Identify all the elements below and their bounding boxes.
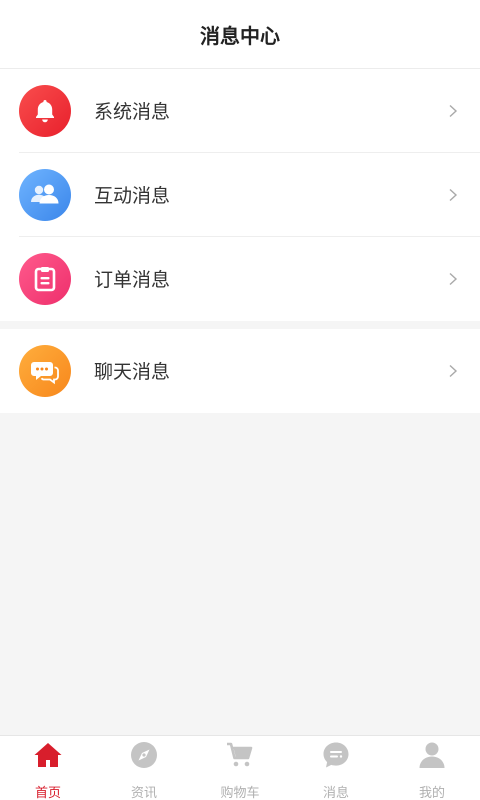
tab-label: 首页 — [34, 786, 61, 800]
item-label: 订单消息 — [94, 269, 171, 291]
tab-cart[interactable]: 购物车 — [192, 736, 288, 800]
list-item-chat-messages[interactable]: 聊天消息 — [19, 329, 480, 412]
tab-messages[interactable]: 消息 — [288, 736, 384, 800]
tab-news[interactable]: 资讯 — [96, 736, 192, 800]
bottom-tab-bar: 首页 资讯 购物车 消息 我的 — [0, 735, 480, 800]
item-label: 系统消息 — [94, 101, 171, 123]
message-center-screen: 消息中心 系统消息 互动消息 订单消息 聊天消息 首页 资讯 购物车 消息 我的 — [0, 0, 480, 800]
chevron-right-icon — [449, 188, 458, 201]
item-label: 互动消息 — [94, 185, 171, 207]
tab-label: 我的 — [418, 786, 445, 800]
header-bar: 消息中心 — [0, 0, 480, 69]
item-label: 聊天消息 — [94, 361, 171, 383]
tab-label: 消息 — [322, 786, 349, 800]
tab-label: 资讯 — [130, 786, 157, 800]
chevron-right-icon — [449, 272, 458, 285]
chevron-right-icon — [449, 364, 458, 377]
message-group-chat: 聊天消息 — [0, 329, 480, 413]
chevron-right-icon — [449, 104, 458, 117]
message-icon — [321, 741, 351, 769]
cart-icon — [225, 741, 255, 769]
message-group-primary: 系统消息 互动消息 订单消息 — [0, 69, 480, 321]
tab-label: 购物车 — [220, 786, 260, 800]
clipboard-icon — [19, 252, 71, 305]
compass-icon — [129, 741, 159, 769]
list-item-system-messages[interactable]: 系统消息 — [19, 69, 480, 153]
tab-profile[interactable]: 我的 — [384, 736, 480, 800]
user-icon — [417, 741, 447, 769]
page-title: 消息中心 — [200, 23, 280, 48]
users-icon — [19, 168, 71, 221]
chat-bubbles-icon — [19, 344, 71, 397]
home-icon — [33, 741, 63, 769]
list-item-order-messages[interactable]: 订单消息 — [19, 237, 480, 320]
tab-home[interactable]: 首页 — [0, 736, 96, 800]
list-item-interaction-messages[interactable]: 互动消息 — [19, 153, 480, 237]
bell-icon — [19, 84, 71, 137]
